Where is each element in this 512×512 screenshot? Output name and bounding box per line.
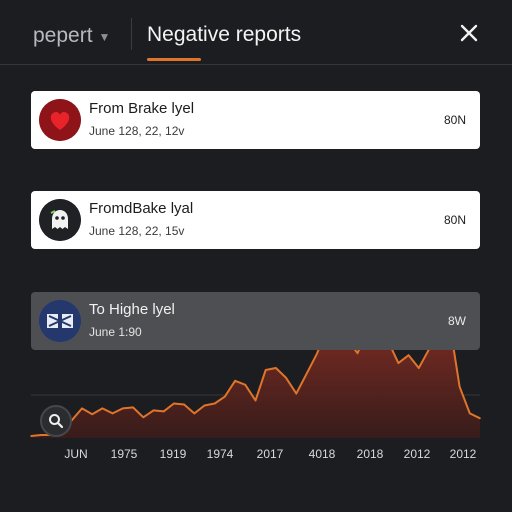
x-tick-label: 1919 bbox=[159, 447, 187, 461]
report-date: June 1:90 bbox=[89, 325, 142, 339]
chart-point bbox=[152, 409, 155, 412]
report-title: From Brake lyel bbox=[89, 100, 195, 117]
report-title: FromdBake lyal bbox=[89, 200, 194, 217]
chart-point bbox=[132, 406, 134, 409]
chevron-down-icon: ▼ bbox=[98, 30, 111, 44]
app-window: pepert ▼ Negative reports From Brake lye… bbox=[0, 0, 512, 512]
x-tick-label: 2012 bbox=[403, 447, 431, 461]
chart-point bbox=[162, 410, 165, 413]
x-tick-label: 2017 bbox=[256, 447, 284, 461]
chart-point bbox=[418, 367, 420, 369]
chart-point bbox=[469, 412, 471, 415]
chart-point bbox=[315, 353, 318, 356]
x-tick-label: 1974 bbox=[206, 447, 234, 461]
chart-point bbox=[91, 413, 93, 416]
chart-point bbox=[285, 377, 287, 379]
ghost-icon bbox=[39, 199, 81, 241]
report-metric: 80N bbox=[443, 213, 466, 227]
report-card[interactable]: To Highe lyel June 1:90 8W bbox=[31, 292, 480, 350]
chart-point bbox=[81, 407, 83, 410]
report-area-chart bbox=[30, 308, 481, 438]
report-metric: 80N bbox=[443, 113, 466, 127]
report-card[interactable]: FromdBake lyal June 128, 22, 15v 80N bbox=[31, 191, 480, 249]
chart-point bbox=[356, 352, 359, 355]
x-tick-label: 2012 bbox=[449, 447, 477, 461]
x-tick-label: 1975 bbox=[110, 447, 138, 461]
chart-point bbox=[275, 367, 277, 369]
report-title: To Highe lyel bbox=[89, 301, 175, 318]
chart-point bbox=[224, 395, 226, 398]
search-button[interactable] bbox=[40, 405, 72, 437]
chart-point bbox=[295, 392, 298, 395]
header-bar: pepert ▼ Negative reports bbox=[0, 0, 512, 65]
close-icon bbox=[460, 24, 478, 42]
x-tick-label: JUN bbox=[64, 447, 88, 461]
chart-point bbox=[122, 407, 124, 410]
chart-point bbox=[305, 373, 308, 375]
chart-point bbox=[101, 407, 104, 410]
search-icon bbox=[49, 414, 64, 429]
chart-point bbox=[142, 416, 145, 419]
chart-point bbox=[183, 403, 185, 406]
x-tick-label: 2018 bbox=[356, 447, 384, 461]
chart-point bbox=[254, 399, 257, 402]
chart-point bbox=[173, 402, 175, 405]
chart-point bbox=[479, 417, 481, 420]
report-date: June 128, 22, 12v bbox=[89, 124, 185, 138]
chart-point bbox=[193, 412, 196, 415]
x-tick-label: 4018 bbox=[308, 447, 336, 461]
chart-point bbox=[397, 362, 400, 364]
tab-report[interactable]: pepert ▼ bbox=[33, 24, 110, 48]
chart-point bbox=[244, 384, 247, 386]
chart-point bbox=[203, 404, 206, 407]
report-card[interactable]: From Brake lyel June 128, 22, 12v 80N bbox=[31, 91, 480, 149]
tab-report-label: pepert bbox=[33, 24, 93, 47]
crest-icon bbox=[39, 300, 81, 342]
chart-point bbox=[213, 402, 216, 405]
chart-point bbox=[407, 354, 410, 357]
chart-point bbox=[234, 380, 236, 382]
chart-point bbox=[458, 385, 461, 388]
close-button[interactable] bbox=[456, 20, 482, 46]
chart-point bbox=[30, 435, 32, 437]
chart-point bbox=[111, 412, 114, 415]
report-date: June 128, 22, 15v bbox=[89, 224, 185, 238]
chart-point bbox=[40, 434, 42, 436]
chart-point bbox=[264, 369, 267, 371]
report-metric: 8W bbox=[448, 314, 466, 328]
tab-divider bbox=[131, 18, 132, 50]
active-tab-indicator bbox=[147, 58, 201, 61]
heart-icon bbox=[39, 99, 81, 141]
tab-negative-reports[interactable]: Negative reports bbox=[147, 23, 301, 47]
